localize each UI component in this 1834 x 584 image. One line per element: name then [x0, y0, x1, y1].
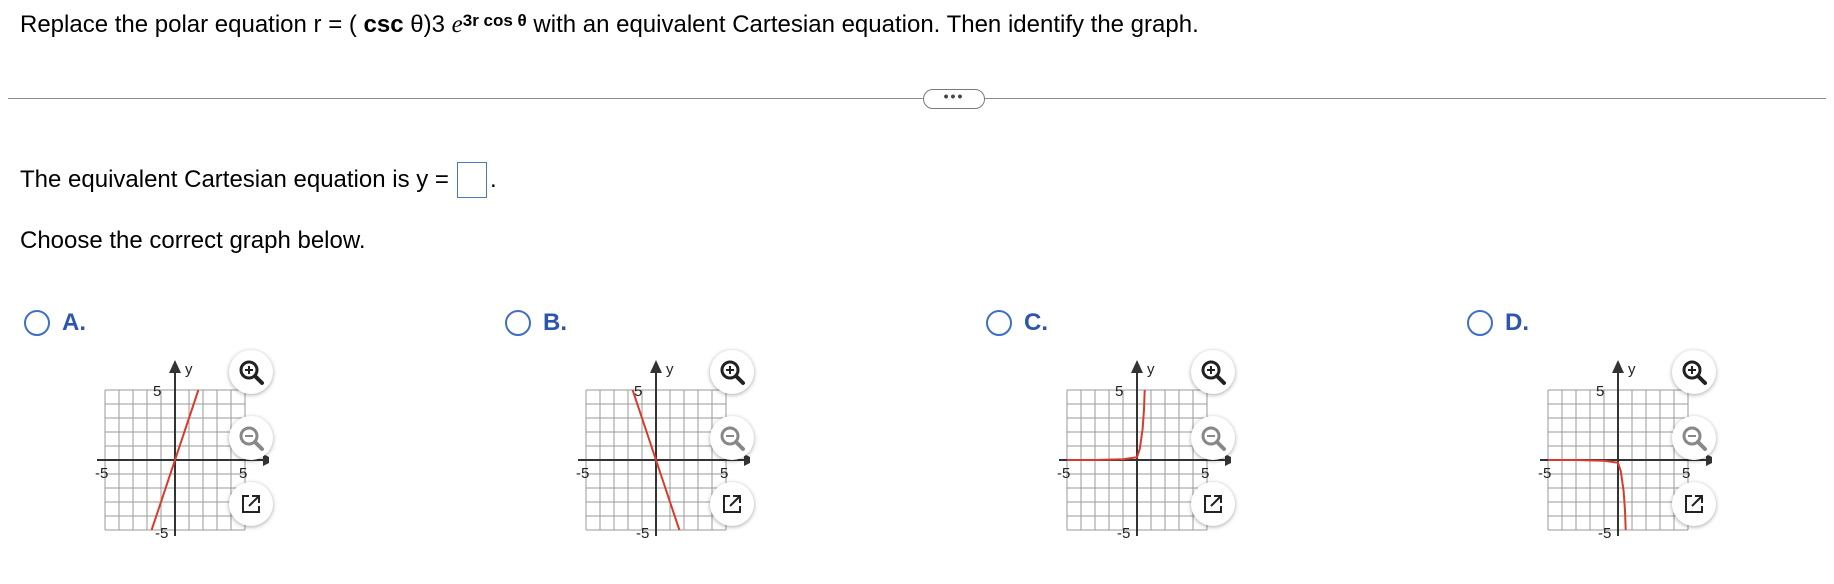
zoom-out-icon	[1201, 426, 1226, 451]
tick-label-y-neg5: -5	[1598, 525, 1611, 542]
answer-label: The equivalent Cartesian equation is y =	[20, 166, 449, 193]
open-new-window-button[interactable]	[229, 482, 273, 526]
option-d-radio[interactable]	[1467, 310, 1493, 336]
tick-label-x-pos5: 5	[1201, 465, 1209, 482]
tick-label-y-neg5: -5	[1117, 525, 1130, 542]
option-b[interactable]: B.yx5-5-55	[505, 308, 925, 558]
curve	[1067, 389, 1146, 461]
y-label: y	[666, 361, 674, 378]
zoom-out-button[interactable]	[710, 416, 754, 460]
external-link-icon	[242, 495, 260, 513]
tick-label-x-pos5: 5	[720, 465, 728, 482]
zoom-in-icon	[239, 360, 264, 385]
tick-label-x-pos5: 5	[1682, 465, 1690, 482]
external-link-icon	[1204, 495, 1222, 513]
y-label: y	[1628, 361, 1636, 378]
option-d[interactable]: D.yx5-5-55	[1467, 308, 1834, 558]
open-new-window-button[interactable]	[710, 482, 754, 526]
zoom-in-button[interactable]	[710, 350, 754, 394]
tick-label-y-pos5: 5	[1115, 383, 1123, 400]
zoom-out-icon	[1682, 426, 1707, 451]
option-letter: D.	[1505, 309, 1529, 336]
csc-text: csc	[363, 11, 404, 38]
option-a[interactable]: A.yx5-5-55	[24, 308, 444, 558]
option-letter: C.	[1024, 309, 1048, 336]
option-b-radio[interactable]	[505, 310, 531, 336]
y-arrow-icon	[1131, 360, 1143, 373]
tick-label-y-pos5: 5	[153, 383, 161, 400]
y-label: y	[185, 361, 193, 378]
tick-label-x-neg5: -5	[95, 465, 108, 482]
zoom-out-button[interactable]	[229, 416, 273, 460]
y-arrow-icon	[169, 360, 181, 373]
option-letter: A.	[62, 309, 86, 336]
question-text: Replace the polar equation r = ( csc θ)3…	[20, 11, 1199, 38]
external-link-icon	[1685, 495, 1703, 513]
option-letter: B.	[543, 309, 567, 336]
expand-button[interactable]: •••	[923, 89, 985, 109]
curve	[1548, 459, 1627, 531]
open-new-window-button[interactable]	[1191, 482, 1235, 526]
zoom-out-icon	[239, 426, 264, 451]
exponent: 3r cos θ	[462, 11, 527, 30]
option-a-radio[interactable]	[24, 310, 50, 336]
y-arrow-icon	[1612, 360, 1624, 373]
option-c-radio[interactable]	[986, 310, 1012, 336]
tick-label-y-neg5: -5	[636, 525, 649, 542]
zoom-out-button[interactable]	[1191, 416, 1235, 460]
tick-label-y-pos5: 5	[1596, 383, 1604, 400]
e-symbol: e	[451, 11, 463, 38]
zoom-in-button[interactable]	[1191, 350, 1235, 394]
y-arrow-icon	[650, 360, 662, 373]
tick-label-x-neg5: -5	[1538, 465, 1551, 482]
zoom-in-icon	[720, 360, 745, 385]
zoom-in-button[interactable]	[1672, 350, 1716, 394]
divider	[8, 98, 1826, 99]
option-c[interactable]: C.yx5-5-55	[986, 308, 1406, 558]
tick-label-x-neg5: -5	[576, 465, 589, 482]
tick-label-x-pos5: 5	[239, 465, 247, 482]
open-new-window-button[interactable]	[1672, 482, 1716, 526]
zoom-out-button[interactable]	[1672, 416, 1716, 460]
tick-label-y-neg5: -5	[155, 525, 168, 542]
zoom-in-icon	[1201, 360, 1226, 385]
prompt-text: Choose the correct graph below.	[20, 227, 366, 254]
external-link-icon	[723, 495, 741, 513]
zoom-out-icon	[720, 426, 745, 451]
answer-line: The equivalent Cartesian equation is y =…	[20, 162, 497, 198]
tick-label-x-neg5: -5	[1057, 465, 1070, 482]
zoom-in-icon	[1682, 360, 1707, 385]
zoom-in-button[interactable]	[229, 350, 273, 394]
y-label: y	[1147, 361, 1155, 378]
answer-input[interactable]	[456, 162, 487, 198]
